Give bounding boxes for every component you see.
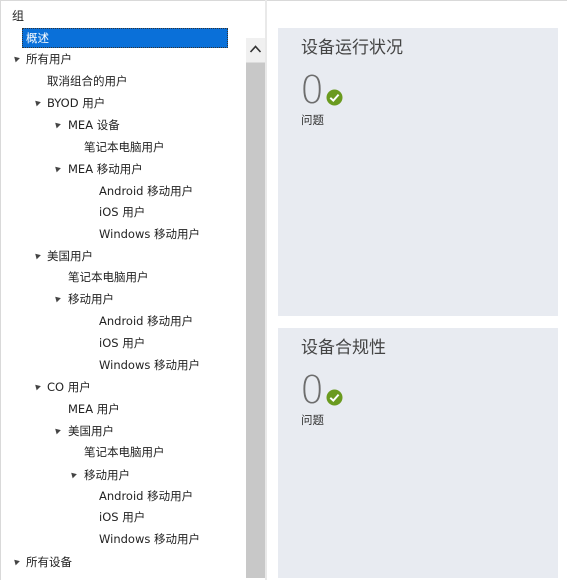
tree-header: 组 <box>12 9 25 23</box>
tree-item-android-mobile-users[interactable]: Android 移动用户 <box>1 181 246 201</box>
tree-item-android-mobile-users[interactable]: Android 移动用户 <box>1 486 246 506</box>
tree-item-label: 笔记本电脑用户 <box>84 445 165 459</box>
tree-item-mea-devices[interactable]: MEA 设备 <box>1 115 246 135</box>
tree-item-label: Android 移动用户 <box>99 314 194 328</box>
chevron-up-icon <box>249 45 262 53</box>
device-health-tile[interactable]: 设备运行状况 0 问题 <box>278 28 558 316</box>
groups-tree-pane: 组 概述 所有用户 取消组合的用户 BYOD 用户 MEA 设备 笔记本电脑用户… <box>1 1 246 579</box>
tree-item-label: Windows 移动用户 <box>99 532 200 546</box>
tree-item-label: 笔记本电脑用户 <box>84 140 165 154</box>
tree-item-label: iOS 用户 <box>99 336 146 350</box>
tree-item-mobile-users[interactable]: 移动用户 <box>1 289 246 309</box>
expanded-triangle-icon[interactable] <box>12 54 20 63</box>
tree-item-mea-mobile-users[interactable]: MEA 移动用户 <box>1 159 246 179</box>
checkmark-circle-icon <box>326 389 343 406</box>
tree-item-us-users[interactable]: 美国用户 <box>1 246 246 266</box>
tree-item-label: 所有用户 <box>26 52 72 66</box>
tree-item-all-users[interactable]: 所有用户 <box>1 49 246 69</box>
tree-item-label: BYOD 用户 <box>47 96 106 110</box>
issue-caption: 问题 <box>301 113 324 127</box>
tree-item-ungrouped-users[interactable]: 取消组合的用户 <box>1 71 246 91</box>
issue-count: 0 <box>300 368 325 412</box>
tree-item-label: Windows 移动用户 <box>99 358 200 372</box>
tree-item-windows-mobile-users[interactable]: Windows 移动用户 <box>1 529 246 549</box>
expanded-triangle-icon[interactable] <box>53 426 61 435</box>
tree-item-co-users[interactable]: CO 用户 <box>1 377 246 397</box>
tree-item-ios-users[interactable]: iOS 用户 <box>1 333 246 353</box>
tile-title: 设备合规性 <box>301 338 386 358</box>
tree-item-label: MEA 用户 <box>68 402 120 416</box>
tree-item-label: 美国用户 <box>68 424 114 438</box>
expanded-triangle-icon[interactable] <box>33 382 41 391</box>
tree-scrollbar[interactable] <box>246 38 265 578</box>
tree-item-label: 美国用户 <box>47 249 93 263</box>
tree-item-label: 取消组合的用户 <box>47 74 128 88</box>
device-compliance-tile[interactable]: 设备合规性 0 问题 <box>278 328 558 578</box>
issue-count: 0 <box>300 68 325 112</box>
tree-item-laptop-users[interactable]: 笔记本电脑用户 <box>1 137 246 157</box>
tree-item-all-devices[interactable]: 所有设备 <box>1 552 246 572</box>
expanded-triangle-icon[interactable] <box>33 251 41 260</box>
tree-item-laptop-users[interactable]: 笔记本电脑用户 <box>1 442 246 462</box>
tree-item-ios-users[interactable]: iOS 用户 <box>1 202 246 222</box>
tree-item-label: 移动用户 <box>84 468 130 482</box>
tree-item-label: 所有设备 <box>26 555 72 569</box>
tree-item-label: MEA 移动用户 <box>68 162 143 176</box>
tree-item-label: CO 用户 <box>47 380 91 394</box>
expanded-triangle-icon[interactable] <box>12 557 20 566</box>
tree-item-label: Android 移动用户 <box>99 489 194 503</box>
expanded-triangle-icon[interactable] <box>33 98 41 107</box>
tree-item-label: MEA 设备 <box>68 118 120 132</box>
tree-item-laptop-users[interactable]: 笔记本电脑用户 <box>1 267 246 287</box>
expanded-triangle-icon[interactable] <box>53 164 61 173</box>
tree-item-label: Android 移动用户 <box>99 184 194 198</box>
expanded-triangle-icon[interactable] <box>53 120 61 129</box>
tree-item-label: 移动用户 <box>68 292 114 306</box>
tree-item-label: 笔记本电脑用户 <box>68 270 149 284</box>
pane-splitter[interactable] <box>265 0 267 580</box>
tree-item-mobile-users[interactable]: 移动用户 <box>1 465 246 485</box>
tree-item-label: 概述 <box>26 31 49 45</box>
tree-item-android-mobile-users[interactable]: Android 移动用户 <box>1 311 246 331</box>
scroll-up-button[interactable] <box>246 38 265 63</box>
tree-item-ios-users[interactable]: iOS 用户 <box>1 507 246 527</box>
tree-item-windows-mobile-users[interactable]: Windows 移动用户 <box>1 224 246 244</box>
expanded-triangle-icon[interactable] <box>53 294 61 303</box>
tree-item-mea-users[interactable]: MEA 用户 <box>1 399 246 419</box>
tile-title: 设备运行状况 <box>301 38 403 58</box>
tree-item-label: Windows 移动用户 <box>99 227 200 241</box>
tree-item-us-users[interactable]: 美国用户 <box>1 421 246 441</box>
tree-item-windows-mobile-users[interactable]: Windows 移动用户 <box>1 355 246 375</box>
tree-item-label: iOS 用户 <box>99 205 146 219</box>
tree-item-byod-users[interactable]: BYOD 用户 <box>1 93 246 113</box>
tree-item-overview[interactable]: 概述 <box>22 28 228 48</box>
issue-caption: 问题 <box>301 413 324 427</box>
expanded-triangle-icon[interactable] <box>69 470 77 479</box>
tree-item-label: iOS 用户 <box>99 510 146 524</box>
checkmark-circle-icon <box>326 89 343 106</box>
